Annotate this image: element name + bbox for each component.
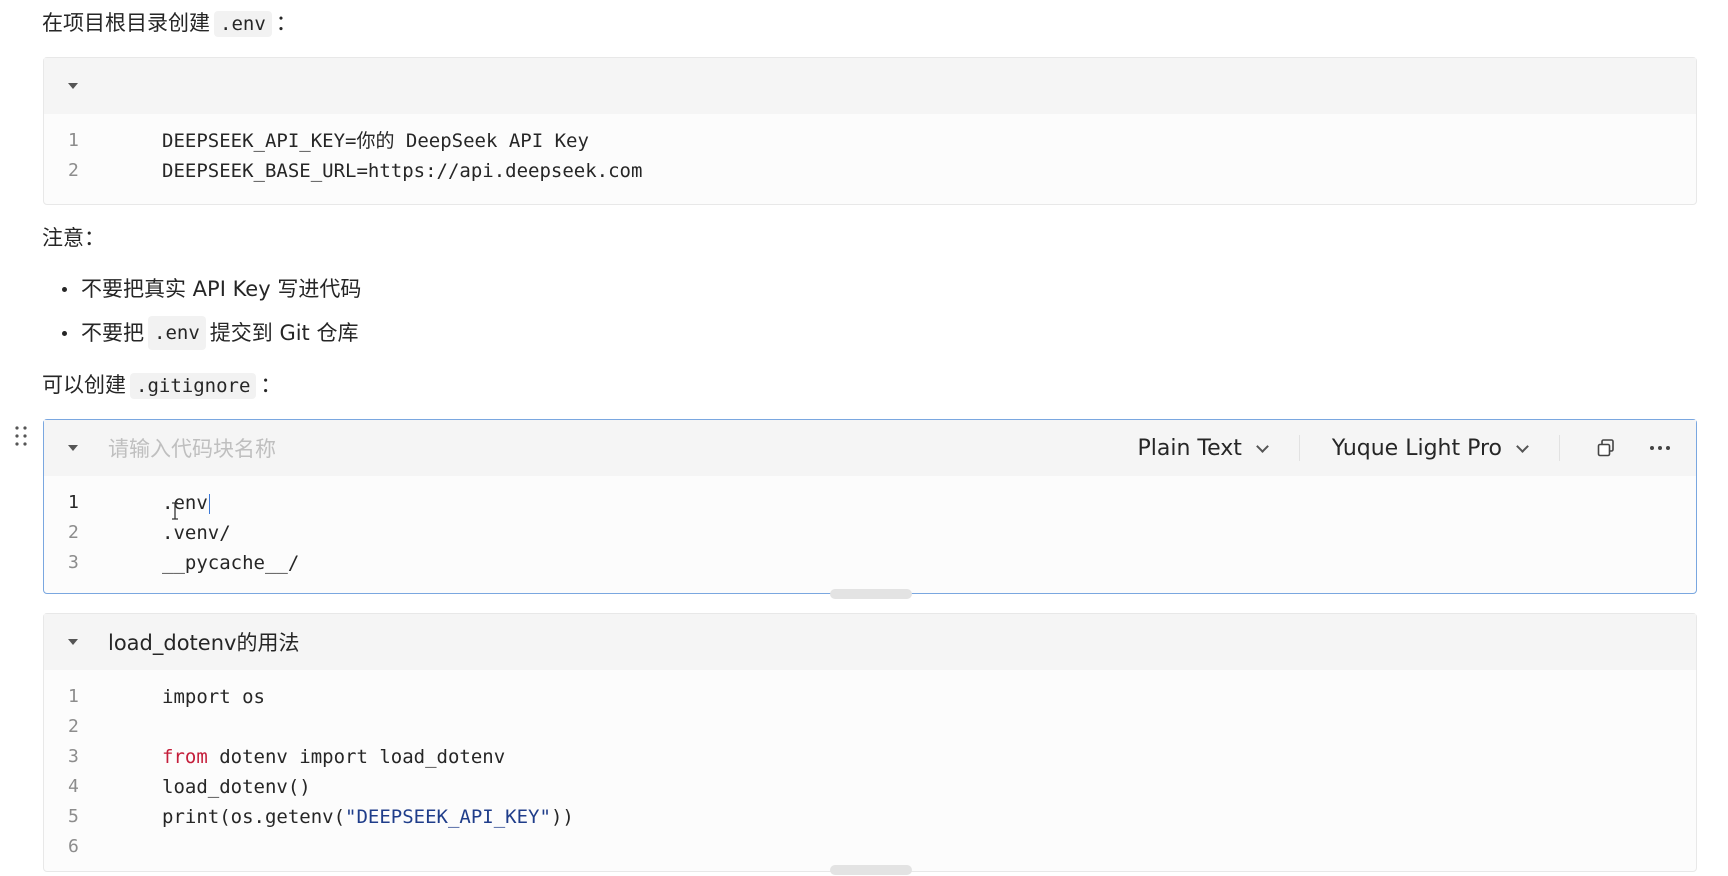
code-text-pre: print(os.getenv( <box>162 806 346 828</box>
env-code-block[interactable]: 1 DEEPSEEK_API_KEY=你的 DeepSeek API Key 2… <box>43 57 1697 205</box>
keyword-token: from <box>162 746 208 768</box>
collapse-toggle-icon[interactable] <box>68 445 78 451</box>
line-number: 2 <box>68 522 79 543</box>
string-token: "DEEPSEEK_API_KEY" <box>345 806 551 828</box>
line-number: 1 <box>68 492 79 513</box>
gitignore-paragraph[interactable]: 可以创建 .gitignore： <box>42 370 281 401</box>
bullet-dot-icon <box>62 330 67 336</box>
document-editor: 在项目根目录创建 .env： 1 DEEPSEEK_API_KEY=你的 Deep… <box>0 0 1728 876</box>
code-line: 6 <box>44 832 1696 862</box>
line-number: 1 <box>68 686 79 707</box>
line-number: 2 <box>68 160 79 181</box>
note-label[interactable]: 注意： <box>42 223 105 253</box>
theme-select[interactable]: Yuque Light Pro <box>1331 435 1529 461</box>
line-number: 1 <box>68 130 79 151</box>
inline-code-gitignore: .gitignore <box>130 373 257 399</box>
gitignore-code-block[interactable]: 请输入代码块名称 Plain Text Yuque Light Pro 1 .e… <box>43 419 1697 599</box>
text-caret <box>208 493 210 514</box>
code-line: 5 print(os.getenv("DEEPSEEK_API_KEY")) <box>44 802 1696 832</box>
code-text: from dotenv import load_dotenv <box>120 742 505 772</box>
theme-select-value: Yuque Light Pro <box>1331 435 1502 461</box>
bullet-dot-icon <box>62 286 67 292</box>
inline-code-env: .env <box>148 316 206 350</box>
code-line: 3 __pycache__/ <box>44 548 1696 578</box>
list-item[interactable]: 不要把真实 API Key 写进代码 <box>62 267 361 311</box>
line-number: 2 <box>68 716 79 737</box>
collapse-toggle-icon[interactable] <box>68 83 78 89</box>
chevron-down-icon <box>1256 439 1269 453</box>
dotenv-code-block-header: load_dotenv的用法 <box>44 614 1696 670</box>
text-cursor-icon <box>172 502 178 520</box>
dotenv-code-block[interactable]: load_dotenv的用法 1 import os 2 3 from dote… <box>43 613 1697 875</box>
code-block-resize-handle[interactable] <box>830 589 912 599</box>
code-block-resize-handle[interactable] <box>830 865 912 875</box>
code-text: DEEPSEEK_BASE_URL=https://api.deepseek.c… <box>162 160 643 182</box>
language-select-value: Plain Text <box>1137 435 1242 461</box>
intro-text: 在项目根目录创建 <box>42 11 210 35</box>
code-line: 1 import os <box>44 682 1696 712</box>
list-item-text-post: 提交到 Git 仓库 <box>209 321 359 345</box>
code-line: 1 DEEPSEEK_API_KEY=你的 DeepSeek API Key <box>44 126 1696 156</box>
list-item[interactable]: 不要把 .env 提交到 Git 仓库 <box>62 311 361 355</box>
code-text: .venv/ <box>162 522 231 544</box>
list-item-text-pre: 不要把 <box>81 321 144 345</box>
env-code-block-header <box>44 58 1696 114</box>
dotenv-code-block-body[interactable]: 1 import os 2 3 from dotenv import load_… <box>44 670 1696 872</box>
code-line: 2 .venv/ <box>44 518 1696 548</box>
gitignore-code-block-header: 请输入代码块名称 Plain Text Yuque Light Pro <box>44 420 1696 476</box>
copy-icon <box>1597 439 1614 457</box>
gitignore-intro-colon: ： <box>260 373 282 397</box>
toolbar-divider <box>1559 435 1560 461</box>
line-number: 3 <box>68 552 79 573</box>
code-line: 2 <box>44 712 1696 742</box>
collapse-toggle-icon[interactable] <box>68 639 78 645</box>
inline-code-env: .env <box>214 11 272 37</box>
code-text: .env <box>120 488 210 518</box>
code-text: __pycache__/ <box>162 552 300 574</box>
code-text: load_dotenv() <box>162 776 311 798</box>
gitignore-intro-text: 可以创建 <box>42 373 126 397</box>
code-block-name-input[interactable]: 请输入代码块名称 <box>108 433 276 463</box>
note-bullet-list: 不要把真实 API Key 写进代码 不要把 .env 提交到 Git 仓库 <box>62 267 361 355</box>
code-line: 2 DEEPSEEK_BASE_URL=https://api.deepseek… <box>44 156 1696 186</box>
intro-colon: ： <box>275 11 297 35</box>
code-text: import os <box>162 686 265 708</box>
code-text-value: .env <box>162 492 208 514</box>
line-number: 3 <box>68 746 79 767</box>
line-number: 5 <box>68 806 79 827</box>
code-text-post: )) <box>550 806 574 828</box>
code-text: print(os.getenv("DEEPSEEK_API_KEY")) <box>120 802 574 832</box>
gitignore-code-block-body[interactable]: 1 .env 2 .venv/ 3 __pycache__/ <box>44 476 1696 588</box>
more-icon <box>1650 446 1670 450</box>
more-button[interactable] <box>1646 434 1674 462</box>
toolbar-divider <box>1298 435 1300 461</box>
intro-paragraph[interactable]: 在项目根目录创建 .env： <box>42 8 297 39</box>
copy-button[interactable] <box>1592 434 1620 462</box>
language-select[interactable]: Plain Text <box>1137 435 1269 461</box>
code-line: 4 load_dotenv() <box>44 772 1696 802</box>
list-item-text: 不要把真实 API Key 写进代码 <box>81 277 362 301</box>
code-line: 3 from dotenv import load_dotenv <box>44 742 1696 772</box>
line-number: 4 <box>68 776 79 797</box>
code-text-rest: dotenv import load_dotenv <box>207 746 506 768</box>
code-line: 1 .env <box>44 488 1696 518</box>
chevron-down-icon <box>1516 439 1529 453</box>
line-number: 6 <box>68 836 79 857</box>
code-text: DEEPSEEK_API_KEY=你的 DeepSeek API Key <box>162 130 589 152</box>
drag-handle-icon[interactable] <box>14 425 28 447</box>
dotenv-code-block-name[interactable]: load_dotenv的用法 <box>108 627 299 657</box>
code-block-toolbar: Plain Text Yuque Light Pro <box>1138 420 1675 476</box>
env-code-block-body[interactable]: 1 DEEPSEEK_API_KEY=你的 DeepSeek API Key 2… <box>44 114 1696 196</box>
